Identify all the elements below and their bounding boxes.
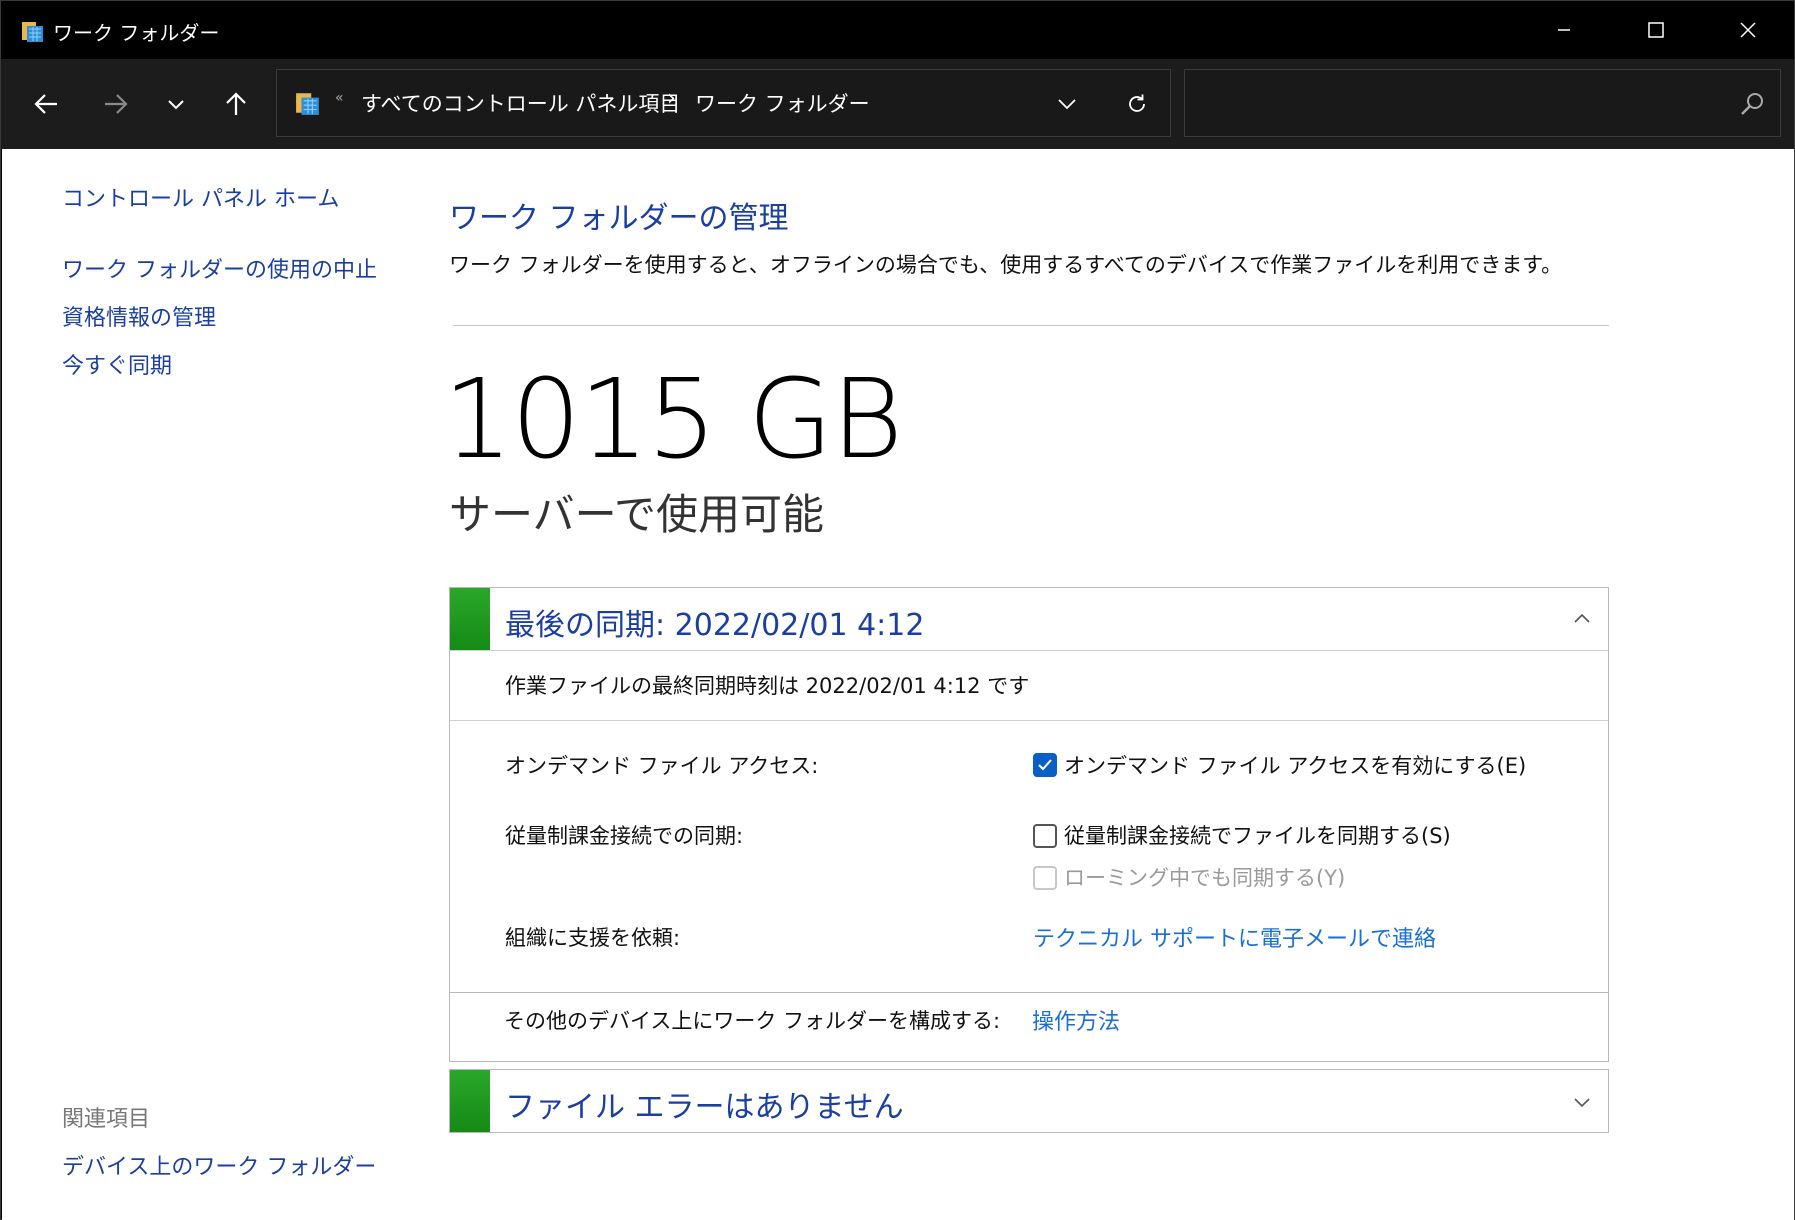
file-errors-panel[interactable]: ファイル エラーはありません [449,1069,1609,1133]
arrow-right-icon [105,94,128,114]
close-button[interactable] [1702,1,1794,59]
sync-now-link[interactable]: 今すぐ同期 [62,348,172,380]
search-icon [1741,93,1763,115]
manage-credentials-link[interactable]: 資格情報の管理 [62,300,216,332]
metered-sync-label: 従量制課金接続での同期: [505,824,744,848]
ask-org-label: 組織に支援を依頼: [505,926,681,950]
last-sync-detail: 作業ファイルの最終同期時刻は 2022/02/01 4:12 です [505,674,1030,698]
search-box[interactable] [1184,69,1781,137]
file-errors-title: ファイル エラーはありません [505,1090,904,1125]
sync-status-header[interactable]: 最後の同期: 2022/02/01 4:12 [450,588,1608,650]
refresh-icon [1129,94,1145,112]
divider [453,325,1609,326]
refresh-button[interactable] [1117,84,1157,124]
window-title: ワーク フォルダー [53,21,220,45]
chevron-up-icon[interactable] [1570,606,1594,630]
breadcrumb-separator[interactable]: › [667,86,676,111]
overflow-chevron[interactable]: « [335,90,344,106]
configure-devices-label: その他のデバイス上にワーク フォルダーを構成する: [504,1009,1001,1033]
back-button[interactable] [21,79,71,129]
checkmark-icon [1038,759,1052,771]
search-input[interactable] [1195,80,1719,128]
chevron-down-icon[interactable] [1570,1090,1594,1114]
arrow-left-icon [34,94,57,114]
status-indicator-bar [450,588,490,650]
recent-locations-button[interactable] [151,79,201,129]
breadcrumb-work-folders[interactable]: ワーク フォルダー [695,88,870,118]
up-button[interactable] [211,79,261,129]
sync-status-panel: 最後の同期: 2022/02/01 4:12 作業ファイルの最終同期時刻は 20… [449,587,1609,993]
work-folders-on-device-link[interactable]: デバイス上のワーク フォルダー [62,1149,376,1181]
spacer [449,993,1609,994]
work-folders-icon [22,22,43,42]
minimize-button[interactable] [1518,1,1610,59]
stop-using-work-folders-link[interactable]: ワーク フォルダーの使用の中止 [62,252,377,284]
on-demand-label: オンデマンド ファイル アクセス: [505,754,819,778]
arrow-up-icon [226,92,246,115]
divider [450,650,1608,651]
roaming-sync-option: ローミング中でも同期する(Y) [1064,866,1346,890]
available-capacity: 1015 GB [443,355,903,483]
close-icon [1740,22,1756,38]
address-dropdown-button[interactable] [1047,84,1087,124]
forward-button[interactable] [91,79,141,129]
related-items-label: 関連項目 [62,1107,151,1132]
how-to-link[interactable]: 操作方法 [1032,1004,1120,1036]
capacity-label: サーバーで使用可能 [449,490,825,539]
metered-sync-checkbox[interactable] [1033,824,1057,848]
title-bar: ワーク フォルダー [1,1,1794,59]
work-folders-window: ワーク フォルダー « すべてのコントロール パネル項目 › ワーク フォルダー… [0,0,1795,1220]
chevron-down-icon [1058,99,1076,110]
content-area: コントロール パネル ホーム ワーク フォルダーの使用の中止 資格情報の管理 今… [2,149,1794,1220]
breadcrumb-all-control-panel-items[interactable]: すべてのコントロール パネル項目 [361,88,680,118]
maximize-icon [1648,22,1664,38]
page-title: ワーク フォルダーの管理 [449,201,789,236]
chevron-down-icon [168,100,184,110]
minimize-icon [1558,29,1570,31]
metered-sync-option[interactable]: 従量制課金接続でファイルを同期する(S) [1064,820,1451,850]
address-bar[interactable]: « すべてのコントロール パネル項目 › ワーク フォルダー [276,69,1171,137]
roaming-sync-checkbox [1033,866,1057,890]
on-demand-checkbox[interactable] [1033,753,1057,777]
page-description: ワーク フォルダーを使用すると、オフラインの場合でも、使用するすべてのデバイスで… [449,253,1563,277]
work-folders-icon [296,93,319,115]
maximize-button[interactable] [1610,1,1702,59]
on-demand-option[interactable]: オンデマンド ファイル アクセスを有効にする(E) [1064,750,1526,780]
control-panel-home-link[interactable]: コントロール パネル ホーム [62,181,339,213]
last-sync-title: 最後の同期: 2022/02/01 4:12 [505,608,925,643]
status-indicator [450,1070,490,1132]
email-support-link[interactable]: テクニカル サポートに電子メールで連絡 [1033,921,1436,953]
divider [450,720,1608,721]
